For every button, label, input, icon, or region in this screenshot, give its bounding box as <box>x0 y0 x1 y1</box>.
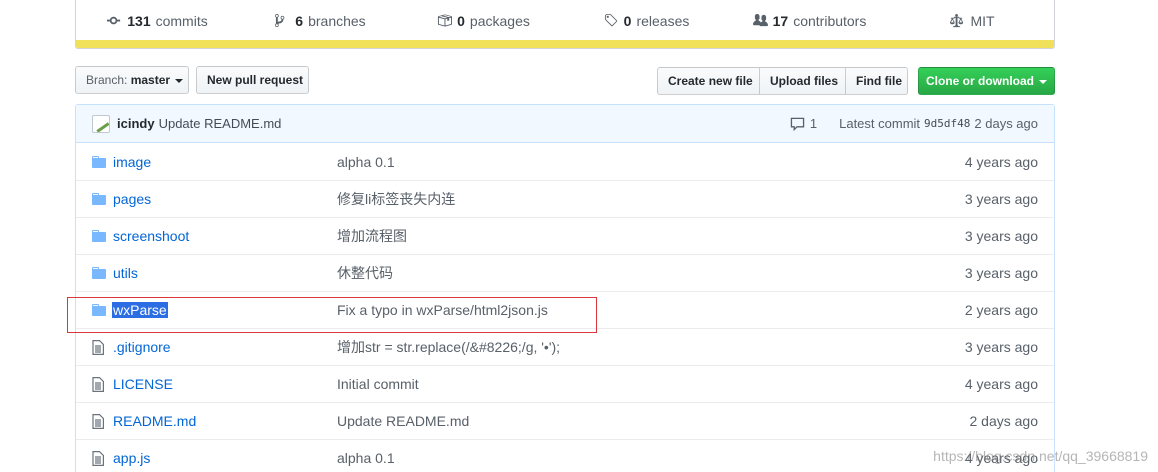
latest-commit-bar: icindy Update README.md 1 Latest commit … <box>76 105 1054 143</box>
table-row: image alpha 0.1 4 years ago <box>76 143 1054 180</box>
file-age: 3 years ago <box>964 191 1038 207</box>
releases-label: releases <box>636 12 690 29</box>
commit-message[interactable]: Update README.md <box>159 116 282 131</box>
commit-icon <box>107 16 121 25</box>
file-commit-message[interactable]: alpha 0.1 <box>337 450 904 466</box>
package-icon <box>438 14 453 27</box>
tag-icon <box>604 13 617 27</box>
folder-icon <box>76 304 112 316</box>
create-new-file-button[interactable]: Create new file <box>657 67 760 95</box>
file-commit-message[interactable]: 修复li标签丧失内连 <box>337 189 904 209</box>
file-age: 2 days ago <box>969 413 1039 429</box>
table-row: screenshoot 增加流程图 3 years ago <box>76 217 1054 254</box>
commit-comments-link[interactable]: 1 <box>790 116 817 131</box>
file-age: 4 years ago <box>964 153 1038 170</box>
file-name-link[interactable]: pages <box>112 191 152 207</box>
new-pull-request-button[interactable]: New pull request <box>196 66 309 94</box>
file-name-link[interactable]: image <box>112 154 152 170</box>
file-commit-message[interactable]: alpha 0.1 <box>337 154 904 170</box>
packages-label: packages <box>469 12 530 29</box>
file-name-link[interactable]: README.md <box>112 413 197 429</box>
comment-icon <box>790 117 805 131</box>
file-name-link[interactable]: .gitignore <box>112 339 172 355</box>
commit-age: 2 days ago <box>974 116 1038 131</box>
commits-label: commits <box>155 12 208 29</box>
packages-link[interactable]: 0 packages <box>402 13 565 29</box>
law-icon <box>950 13 964 28</box>
file-commit-message[interactable]: Initial commit <box>337 376 904 392</box>
table-row: app.js alpha 0.1 4 years ago <box>76 439 1054 472</box>
commits-count: 131 <box>127 12 151 29</box>
file-name-link[interactable]: app.js <box>112 450 151 466</box>
file-name-link[interactable]: LICENSE <box>112 376 174 392</box>
repo-summary-bar: 131 commits 6 branches 0 packages 0 rele… <box>75 0 1055 49</box>
branch-prefix: Branch: <box>86 73 128 87</box>
table-row: utils 休整代码 3 years ago <box>76 254 1054 291</box>
folder-icon <box>76 230 112 242</box>
file-icon <box>76 413 112 429</box>
table-row: wxParse Fix a typo in wxParse/html2json.j… <box>76 291 1054 328</box>
contributors-label: contributors <box>793 12 867 29</box>
table-row: README.md Update README.md 2 days ago <box>76 402 1054 439</box>
packages-count: 0 <box>457 12 465 29</box>
folder-icon <box>76 193 112 205</box>
people-icon <box>752 13 768 27</box>
table-row: pages 修复li标签丧失内连 3 years ago <box>76 180 1054 217</box>
file-icon <box>76 450 112 466</box>
branches-count: 6 <box>295 12 304 29</box>
file-icon <box>76 376 112 392</box>
file-age: 4 years ago <box>964 376 1038 392</box>
contributors-count: 17 <box>772 12 789 29</box>
branch-name: master <box>130 73 171 87</box>
commits-link[interactable]: 131 commits <box>76 13 239 29</box>
file-icon <box>76 339 112 355</box>
latest-commit-label: Latest commit <box>839 116 921 131</box>
file-table: icindy Update README.md 1 Latest commit … <box>75 104 1055 472</box>
file-name-link[interactable]: wxParse <box>112 302 168 318</box>
branch-icon <box>275 13 285 28</box>
watermark: https://blog.csdn.net/qq_39668819 <box>933 448 1148 464</box>
contributors-link[interactable]: 17 contributors <box>728 13 891 29</box>
file-age: 3 years ago <box>964 339 1038 355</box>
find-file-button[interactable]: Find file <box>845 67 908 95</box>
commit-sha[interactable]: 9d5df48 <box>924 117 970 130</box>
branches-link[interactable]: 6 branches <box>239 13 402 29</box>
file-age: 2 years ago <box>964 302 1038 318</box>
clone-label: Clone or download <box>926 74 1034 88</box>
folder-icon <box>76 267 112 279</box>
branch-select-button[interactable]: Branch: master <box>75 66 189 94</box>
file-name-link[interactable]: screenshoot <box>112 228 190 244</box>
file-commit-message[interactable]: 增加流程图 <box>337 226 904 246</box>
file-actions-group: Create new file Upload files Find file <box>657 67 908 95</box>
license-link[interactable]: MIT <box>891 13 1054 29</box>
license-label: MIT <box>970 12 995 29</box>
caret-down-icon <box>175 78 184 83</box>
file-age: 3 years ago <box>964 228 1038 244</box>
author-avatar[interactable] <box>92 114 110 133</box>
file-commit-message[interactable]: Update README.md <box>337 413 904 429</box>
branches-label: branches <box>308 12 366 29</box>
file-commit-message[interactable]: Fix a typo in wxParse/html2json.js <box>337 302 904 318</box>
file-commit-message[interactable]: 增加str = str.replace(/&#8226;/g, '•'); <box>337 337 904 357</box>
upload-files-button[interactable]: Upload files <box>759 67 846 95</box>
file-name-link[interactable]: utils <box>112 265 139 281</box>
caret-down-icon <box>1039 79 1047 84</box>
language-bar[interactable] <box>76 40 1054 48</box>
folder-icon <box>76 155 112 168</box>
clone-download-button[interactable]: Clone or download <box>918 67 1055 95</box>
file-commit-message[interactable]: 休整代码 <box>337 263 904 283</box>
comment-count: 1 <box>809 116 818 131</box>
table-row: LICENSE Initial commit 4 years ago <box>76 365 1054 402</box>
releases-count: 0 <box>623 12 632 29</box>
commit-author[interactable]: icindy <box>117 116 155 131</box>
table-row: .gitignore 增加str = str.replace(/&#8226;/g… <box>76 328 1054 365</box>
file-age: 3 years ago <box>964 265 1038 281</box>
releases-link[interactable]: 0 releases <box>565 13 728 29</box>
